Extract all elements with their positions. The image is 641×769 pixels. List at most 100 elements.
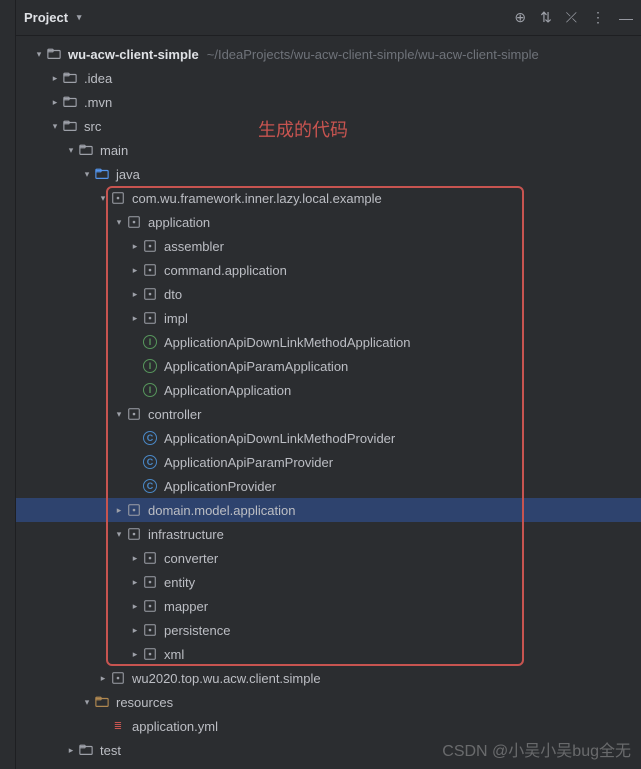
source-folder-icon	[94, 166, 110, 182]
tree-row[interactable]: ▸ entity	[16, 570, 641, 594]
tree-row[interactable]: ▾ com.wu.framework.inner.lazy.local.exam…	[16, 186, 641, 210]
chevron-right-icon[interactable]: ▸	[128, 265, 142, 276]
tree-row[interactable]: I ApplicationApiParamApplication	[16, 354, 641, 378]
chevron-down-icon[interactable]: ▾	[48, 121, 62, 132]
tree-row[interactable]: C ApplicationApiParamProvider	[16, 450, 641, 474]
tree-row[interactable]: ▸ mapper	[16, 594, 641, 618]
chevron-right-icon[interactable]: ▸	[128, 649, 142, 660]
chevron-right-icon[interactable]: ▸	[128, 289, 142, 300]
interface-icon: I	[142, 358, 158, 374]
folder-label: test	[100, 743, 121, 758]
package-icon	[126, 214, 142, 230]
package-label: controller	[148, 407, 201, 422]
package-label: command.application	[164, 263, 287, 278]
tree-row[interactable]: ▸ wu2020.top.wu.acw.client.simple	[16, 666, 641, 690]
tree-row[interactable]: ▸ dto	[16, 282, 641, 306]
chevron-down-icon[interactable]: ▾	[96, 193, 110, 204]
project-tree[interactable]: ▾ wu-acw-client-simple ~/IdeaProjects/wu…	[16, 36, 641, 768]
project-view-dropdown[interactable]: Project ▾	[24, 10, 86, 25]
folder-icon	[78, 742, 94, 758]
folder-icon	[62, 70, 78, 86]
folder-icon	[62, 94, 78, 110]
more-icon[interactable]: ⋮	[591, 9, 605, 26]
hide-icon[interactable]: —	[619, 10, 633, 26]
annotation-text: 生成的代码	[258, 116, 348, 142]
package-label: impl	[164, 311, 188, 326]
chevron-right-icon[interactable]: ▸	[128, 625, 142, 636]
tree-row[interactable]: ▸ xml	[16, 642, 641, 666]
class-icon: C	[142, 478, 158, 494]
package-icon	[126, 406, 142, 422]
chevron-right-icon[interactable]: ▸	[128, 313, 142, 324]
tree-row[interactable]: ▸ command.application	[16, 258, 641, 282]
folder-label: .mvn	[84, 95, 112, 110]
chevron-right-icon[interactable]: ▸	[128, 553, 142, 564]
chevron-right-icon[interactable]: ▸	[112, 505, 126, 516]
yaml-icon: ≣	[110, 718, 126, 734]
tree-row-root[interactable]: ▾ wu-acw-client-simple ~/IdeaProjects/wu…	[16, 42, 641, 66]
chevron-right-icon[interactable]: ▸	[128, 577, 142, 588]
package-icon	[142, 646, 158, 662]
class-icon: C	[142, 430, 158, 446]
chevron-down-icon[interactable]: ▾	[80, 169, 94, 180]
tree-row[interactable]: ▸ .mvn	[16, 90, 641, 114]
chevron-right-icon[interactable]: ▸	[128, 241, 142, 252]
tree-row[interactable]: ▾ infrastructure	[16, 522, 641, 546]
chevron-down-icon[interactable]: ▾	[32, 49, 46, 60]
package-icon	[142, 238, 158, 254]
tree-row[interactable]: ▾ resources	[16, 690, 641, 714]
package-label: entity	[164, 575, 195, 590]
tree-row[interactable]: ▾ java	[16, 162, 641, 186]
tree-row[interactable]: ▸ converter	[16, 546, 641, 570]
tree-row[interactable]: I ApplicationApplication	[16, 378, 641, 402]
expand-all-icon[interactable]: ⇅	[540, 9, 552, 26]
package-label: converter	[164, 551, 218, 566]
package-label: persistence	[164, 623, 230, 638]
chevron-right-icon[interactable]: ▸	[96, 673, 110, 684]
collapse-all-icon[interactable]: ⤫	[566, 9, 577, 26]
tree-row[interactable]: ≣ application.yml	[16, 714, 641, 738]
package-icon	[142, 310, 158, 326]
tree-row[interactable]: ▸ test	[16, 738, 641, 762]
folder-label: java	[116, 167, 140, 182]
folder-icon	[62, 118, 78, 134]
tree-row[interactable]: ▾ application	[16, 210, 641, 234]
chevron-down-icon[interactable]: ▾	[112, 409, 126, 420]
panel-header: Project ▾ ⊕ ⇅ ⤫ ⋮ —	[0, 0, 641, 36]
package-label: infrastructure	[148, 527, 224, 542]
folder-label: main	[100, 143, 128, 158]
interface-icon: I	[142, 382, 158, 398]
folder-label: .idea	[84, 71, 112, 86]
locate-icon[interactable]: ⊕	[514, 9, 526, 26]
file-label: ApplicationApiDownLinkMethodProvider	[164, 431, 395, 446]
tree-row[interactable]: ▸ .idea	[16, 66, 641, 90]
package-label: com.wu.framework.inner.lazy.local.exampl…	[132, 191, 382, 206]
file-label: ApplicationApiDownLinkMethodApplication	[164, 335, 410, 350]
gutter	[0, 0, 16, 769]
panel-actions: ⊕ ⇅ ⤫ ⋮ —	[514, 9, 633, 26]
folder-label: src	[84, 119, 101, 134]
chevron-down-icon[interactable]: ▾	[112, 217, 126, 228]
file-label: ApplicationApiParamApplication	[164, 359, 348, 374]
chevron-right-icon[interactable]: ▸	[48, 97, 62, 108]
tree-row[interactable]: ▸ persistence	[16, 618, 641, 642]
resources-folder-icon	[94, 694, 110, 710]
chevron-right-icon[interactable]: ▸	[128, 601, 142, 612]
package-icon	[142, 622, 158, 638]
chevron-right-icon[interactable]: ▸	[64, 745, 78, 756]
package-icon	[126, 502, 142, 518]
chevron-down-icon[interactable]: ▾	[80, 697, 94, 708]
tree-row[interactable]: ▸ assembler	[16, 234, 641, 258]
tree-row-selected[interactable]: ▸ domain.model.application	[16, 498, 641, 522]
chevron-down-icon[interactable]: ▾	[64, 145, 78, 156]
chevron-right-icon[interactable]: ▸	[48, 73, 62, 84]
tree-row[interactable]: ▸ impl	[16, 306, 641, 330]
tree-row[interactable]: ▾ controller	[16, 402, 641, 426]
package-icon	[142, 550, 158, 566]
chevron-down-icon[interactable]: ▾	[112, 529, 126, 540]
chevron-down-icon: ▾	[72, 12, 86, 23]
tree-row[interactable]: I ApplicationApiDownLinkMethodApplicatio…	[16, 330, 641, 354]
module-name: wu-acw-client-simple	[68, 47, 199, 62]
tree-row[interactable]: C ApplicationProvider	[16, 474, 641, 498]
tree-row[interactable]: C ApplicationApiDownLinkMethodProvider	[16, 426, 641, 450]
